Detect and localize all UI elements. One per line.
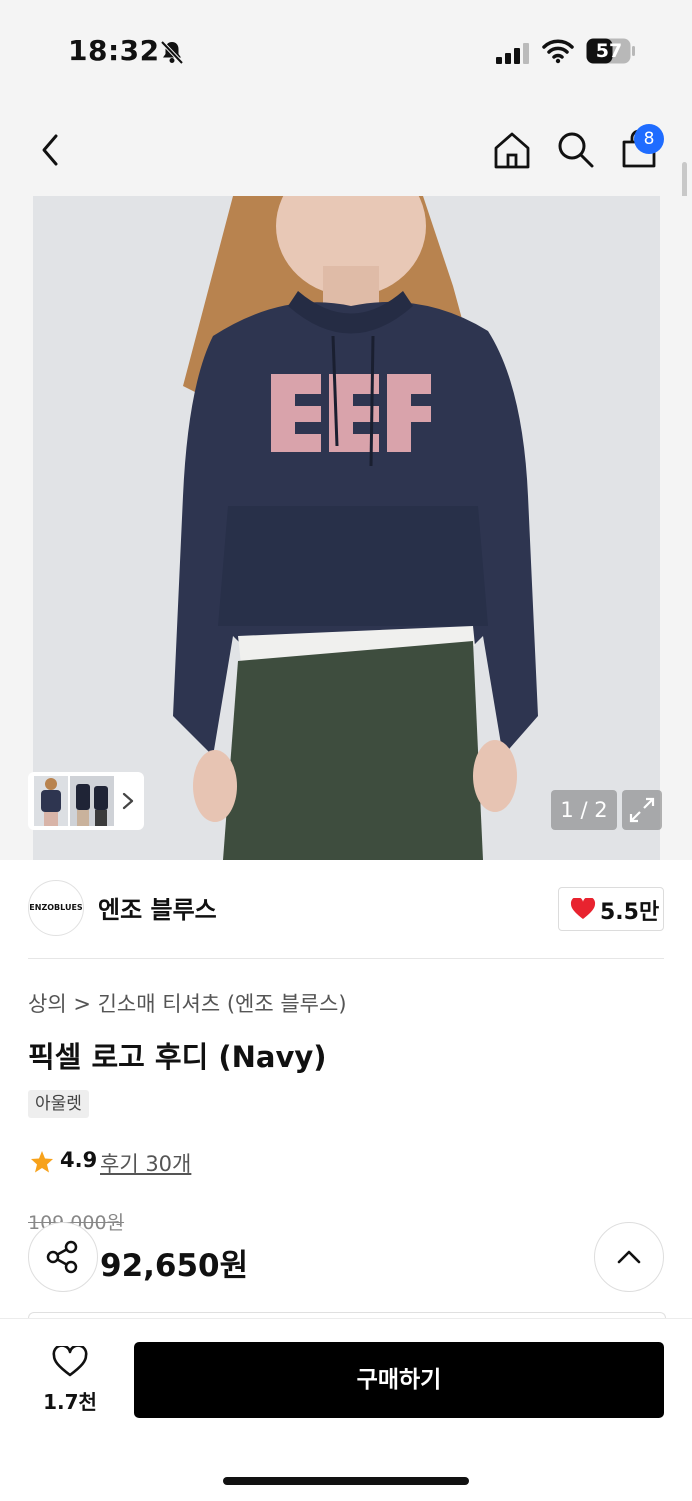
buy-button[interactable]: 구매하기 [134, 1342, 664, 1418]
wish-count: 1.7천 [43, 1390, 97, 1414]
brand-like-count: 5.5만 [600, 900, 660, 925]
rating-value: 4.9 [60, 1148, 98, 1172]
status-time: 18:32 [68, 34, 160, 67]
share-icon [46, 1240, 78, 1274]
battery-level: 57 [595, 40, 623, 62]
chevron-right-icon[interactable] [118, 790, 138, 812]
sale-price: 92,650원 [100, 1248, 249, 1284]
brand-name[interactable]: 엔조 블루스 [98, 890, 217, 925]
home-icon[interactable] [490, 128, 534, 172]
cart-count-badge: 8 [634, 124, 664, 154]
breadcrumb[interactable]: 상의 > 긴소매 티셔츠 (엔조 블루스) [28, 988, 347, 1018]
product-title: 픽셀 로고 후디 (Navy) [28, 1040, 327, 1074]
share-button[interactable] [28, 1222, 98, 1292]
star-icon [31, 1151, 53, 1173]
image-counter: 1 / 2 [551, 790, 617, 830]
signal-icon [496, 43, 529, 64]
search-icon[interactable] [554, 128, 596, 170]
brand-logo[interactable]: ENZOBLUES [28, 880, 84, 936]
heart-filled-icon [570, 898, 596, 919]
scroll-top-button[interactable] [594, 1222, 664, 1292]
outlet-tag: 아울렛 [28, 1090, 89, 1118]
chevron-up-icon [617, 1250, 641, 1264]
bell-slash-icon [160, 40, 184, 65]
divider [28, 958, 664, 959]
heart-outline-icon[interactable] [52, 1346, 88, 1378]
expand-icon[interactable] [622, 790, 662, 830]
thumbnail-1[interactable] [34, 776, 68, 826]
wifi-icon [542, 39, 574, 64]
product-photo[interactable] [33, 196, 660, 860]
reviews-link[interactable]: 후기 30개 [100, 1148, 191, 1178]
thumbnail-2[interactable] [70, 776, 114, 826]
back-arrow-icon[interactable] [36, 130, 66, 170]
home-indicator[interactable] [223, 1477, 469, 1485]
